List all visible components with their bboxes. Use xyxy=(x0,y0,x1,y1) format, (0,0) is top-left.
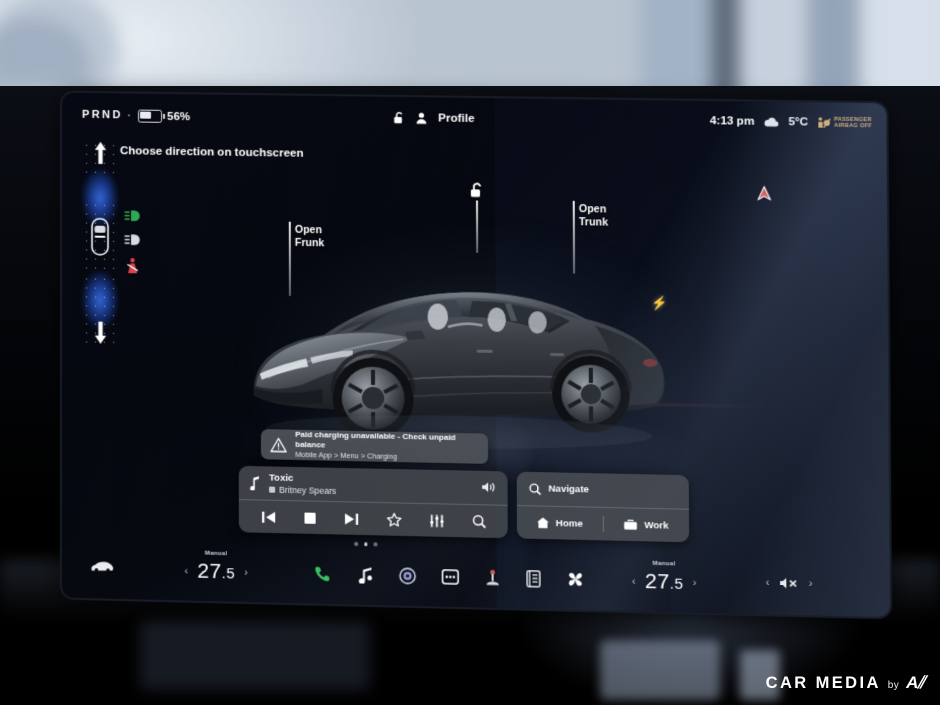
navigate-card[interactable]: Navigate Home Work xyxy=(516,471,690,543)
vehicle-view[interactable]: Open Frunk Open Trunk ⚡ xyxy=(62,93,890,618)
media-player-card[interactable]: Toxic Britney Spears xyxy=(238,465,508,539)
more-apps-button[interactable] xyxy=(442,569,459,585)
stop-button[interactable] xyxy=(303,511,316,524)
temp-decrease-right[interactable]: ‹ xyxy=(632,576,636,588)
navigate-label: Navigate xyxy=(548,483,589,496)
warning-triangle-icon xyxy=(270,437,287,452)
track-title: Toxic xyxy=(269,471,294,484)
temp-increase-right[interactable]: › xyxy=(693,577,697,589)
page-dot[interactable] xyxy=(363,542,368,546)
arcade-button[interactable] xyxy=(484,569,500,587)
climate-mode-right: Manual xyxy=(652,560,676,568)
page-indicator[interactable] xyxy=(354,541,378,546)
phone-button[interactable] xyxy=(314,565,331,583)
camera-button[interactable] xyxy=(399,567,416,585)
nav-work-button[interactable]: Work xyxy=(603,518,689,532)
volume-icon[interactable] xyxy=(481,480,496,494)
charging-alert-banner[interactable]: Paid charging unavailable - Check unpaid… xyxy=(260,429,489,464)
fan-button[interactable] xyxy=(566,570,585,589)
volume-decrease[interactable]: ‹ xyxy=(766,577,770,589)
temp-increase-left[interactable]: › xyxy=(244,567,248,579)
car-front-icon[interactable] xyxy=(90,559,114,574)
nav-home-button[interactable]: Home xyxy=(517,516,602,530)
watermark-text: CAR MEDIA xyxy=(765,674,881,692)
watermark-logo: A⫽ xyxy=(906,673,925,692)
driver-climate-control[interactable]: ‹ Manual 27.5 › xyxy=(184,551,248,585)
climate-mode-left: Manual xyxy=(204,550,228,558)
watermark-by: by xyxy=(887,680,900,691)
media-button[interactable] xyxy=(356,566,373,584)
briefcase-icon xyxy=(624,519,638,532)
favorite-button[interactable] xyxy=(386,512,401,526)
vehicle-lock-button[interactable] xyxy=(470,182,484,198)
volume-control[interactable]: ‹ › xyxy=(766,576,813,591)
passenger-temperature[interactable]: Manual 27.5 xyxy=(645,561,684,595)
theater-button[interactable] xyxy=(526,570,540,588)
watermark: CAR MEDIA by A⫽ xyxy=(765,673,925,693)
page-dot[interactable] xyxy=(354,541,358,546)
volume-increase[interactable]: › xyxy=(809,578,813,590)
music-note-icon xyxy=(249,475,260,490)
passenger-climate-control[interactable]: ‹ Manual 27.5 › xyxy=(632,561,697,595)
track-artist: Britney Spears xyxy=(269,484,336,496)
temp-decrease-left[interactable]: ‹ xyxy=(184,565,188,577)
page-dot[interactable] xyxy=(373,542,378,546)
house-icon xyxy=(536,517,550,529)
next-track-button[interactable] xyxy=(343,512,358,525)
air-vent xyxy=(140,620,370,690)
charge-port-icon[interactable]: ⚡ xyxy=(651,295,668,311)
open-trunk-label[interactable]: Open Trunk xyxy=(579,203,608,229)
volume-muted-icon[interactable] xyxy=(779,576,800,591)
tesla-touchscreen[interactable]: PRND 56% Profile 4:13 pm 5°C PASSENGER A… xyxy=(61,92,891,618)
driver-temperature[interactable]: Manual 27.5 xyxy=(197,551,235,585)
album-art-thumb xyxy=(269,486,276,493)
navigate-search-row[interactable]: Navigate xyxy=(517,472,689,509)
previous-track-button[interactable] xyxy=(261,510,276,523)
equalizer-button[interactable] xyxy=(429,514,444,527)
search-media-button[interactable] xyxy=(471,514,485,528)
magnifier-icon xyxy=(529,483,541,495)
app-launcher-icons[interactable] xyxy=(314,564,585,589)
vehicle-render xyxy=(246,237,674,462)
